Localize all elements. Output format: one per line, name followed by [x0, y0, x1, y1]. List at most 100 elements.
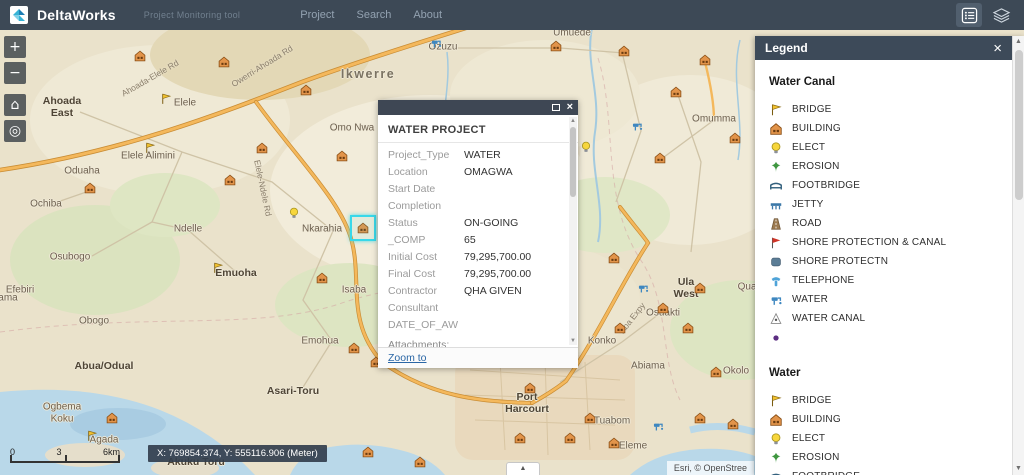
scroll-down-icon[interactable]: ▼ [1013, 463, 1024, 475]
map-marker-building[interactable] [106, 412, 119, 425]
map-marker-water[interactable] [637, 282, 650, 295]
map-marker-bridge[interactable] [212, 262, 225, 275]
map-marker-elect[interactable] [288, 207, 301, 220]
zoom-to-link[interactable]: Zoom to [388, 352, 427, 364]
map-marker-building[interactable] [336, 150, 349, 163]
building-icon [362, 446, 375, 459]
map-marker-building[interactable] [224, 174, 237, 187]
popup-body: WATER PROJECT Project_TypeWATERLocationO… [378, 115, 578, 347]
building-icon [316, 272, 329, 285]
building-icon [106, 412, 119, 425]
building-icon [524, 382, 537, 395]
app-title: DeltaWorks [37, 7, 116, 23]
list-icon [961, 7, 978, 24]
map-marker-building[interactable] [550, 40, 563, 53]
legend-item: BUILDING [769, 410, 1008, 429]
popup-scrollbar-thumb[interactable] [570, 127, 576, 197]
layers-toggle-button[interactable] [988, 3, 1014, 27]
map-marker-building[interactable] [657, 302, 670, 315]
map-marker-building[interactable] [727, 418, 740, 431]
scroll-up-icon[interactable]: ▲ [569, 117, 577, 125]
bottom-panel-toggle[interactable]: ▲ [506, 462, 540, 475]
zoom-out-button[interactable]: − [4, 62, 26, 84]
map-marker-building[interactable] [699, 54, 712, 67]
legend-item-label: FOOTBRIDGE [792, 180, 860, 191]
water-icon [631, 120, 644, 133]
map-marker-building[interactable] [694, 282, 707, 295]
legend-item [769, 328, 1008, 347]
top-navbar: DeltaWorks Project Monitoring tool Proje… [0, 0, 1024, 30]
legend-item: BUILDING [769, 119, 1008, 138]
map-marker-building[interactable] [618, 45, 631, 58]
legend-toggle-button[interactable] [956, 3, 982, 27]
map-marker-building[interactable] [584, 412, 597, 425]
field-value: 65 [464, 234, 476, 246]
map-marker-building[interactable] [729, 132, 742, 145]
field-label: Project_Type [388, 149, 464, 161]
field-label: _COMP [388, 234, 464, 246]
popup-field-row: Completion [378, 197, 578, 214]
locate-button[interactable]: ◎ [4, 120, 26, 142]
legend-title: Legend [765, 41, 808, 55]
legend-scrollbar[interactable]: ▲ ▼ [1012, 36, 1024, 475]
map-marker-building[interactable] [348, 342, 361, 355]
popup-fields: Project_TypeWATERLocationOMAGWAStart Dat… [378, 146, 578, 333]
nav-icons [956, 3, 1014, 27]
building-icon [769, 122, 783, 136]
scroll-down-icon[interactable]: ▼ [569, 337, 577, 345]
nav-link-project[interactable]: Project [300, 9, 334, 21]
popup-field-row: _COMP65 [378, 231, 578, 248]
map-marker-building[interactable] [316, 272, 329, 285]
legend-item-label: SHORE PROTECTION & CANAL [792, 237, 946, 248]
nav-link-about[interactable]: About [413, 9, 442, 21]
home-button[interactable]: ⌂ [4, 94, 26, 116]
maximize-icon[interactable] [552, 104, 560, 111]
popup-header[interactable]: × [378, 100, 578, 115]
field-label: Consultant [388, 302, 464, 314]
legend-section: WaterBRIDGEBUILDINGELECTEROSIONFOOTBRIDG… [769, 367, 1008, 475]
legend-item: ROAD [769, 214, 1008, 233]
map-marker-building[interactable] [564, 432, 577, 445]
map-marker-bridge[interactable] [144, 142, 157, 155]
map-marker-building[interactable] [414, 456, 427, 469]
scroll-up-icon[interactable]: ▲ [1013, 36, 1024, 48]
legend-item: BRIDGE [769, 391, 1008, 410]
legend-close-icon[interactable]: × [993, 41, 1002, 56]
map-marker-building[interactable] [608, 437, 621, 450]
legend-scrollbar-thumb[interactable] [1015, 50, 1023, 200]
scale-label-1: 3 [56, 447, 61, 457]
map-marker-building[interactable] [514, 432, 527, 445]
popup-scrollbar[interactable]: ▲ ▼ [569, 117, 577, 345]
legend-item-label: WATER CANAL [792, 313, 865, 324]
map-marker-building[interactable] [614, 322, 627, 335]
app-window: DeltaWorks Project Monitoring tool Proje… [0, 0, 1024, 475]
map-marker-building[interactable] [300, 84, 313, 97]
map-marker-bridge[interactable] [160, 93, 173, 106]
popup-close-icon[interactable]: × [567, 102, 573, 113]
map-marker-water[interactable] [430, 37, 443, 50]
map-marker-building[interactable] [654, 152, 667, 165]
legend-item: FOOTBRIDGE [769, 467, 1008, 475]
map-marker-building[interactable] [134, 50, 147, 63]
map-marker-building[interactable] [682, 322, 695, 335]
field-label: Contractor [388, 285, 464, 297]
bridge-icon [160, 93, 173, 106]
map-marker-building[interactable] [670, 86, 683, 99]
map-marker-elect[interactable] [580, 141, 593, 154]
nav-link-search[interactable]: Search [356, 9, 391, 21]
map-marker-water[interactable] [652, 420, 665, 433]
map-marker-building[interactable] [362, 446, 375, 459]
map-marker-building[interactable] [694, 412, 707, 425]
map-marker-building[interactable] [84, 182, 97, 195]
map-marker-building[interactable] [710, 366, 723, 379]
map-marker-building[interactable] [218, 56, 231, 69]
map-marker-bridge[interactable] [86, 430, 99, 443]
zoom-in-button[interactable]: + [4, 36, 26, 58]
popup-field-row: Project_TypeWATER [378, 146, 578, 163]
map-marker-building[interactable] [608, 252, 621, 265]
building-icon [300, 84, 313, 97]
map-marker-water[interactable] [631, 120, 644, 133]
map-marker-building[interactable] [524, 382, 537, 395]
field-value: QHA GIVEN [464, 285, 522, 297]
map-marker-building[interactable] [256, 142, 269, 155]
